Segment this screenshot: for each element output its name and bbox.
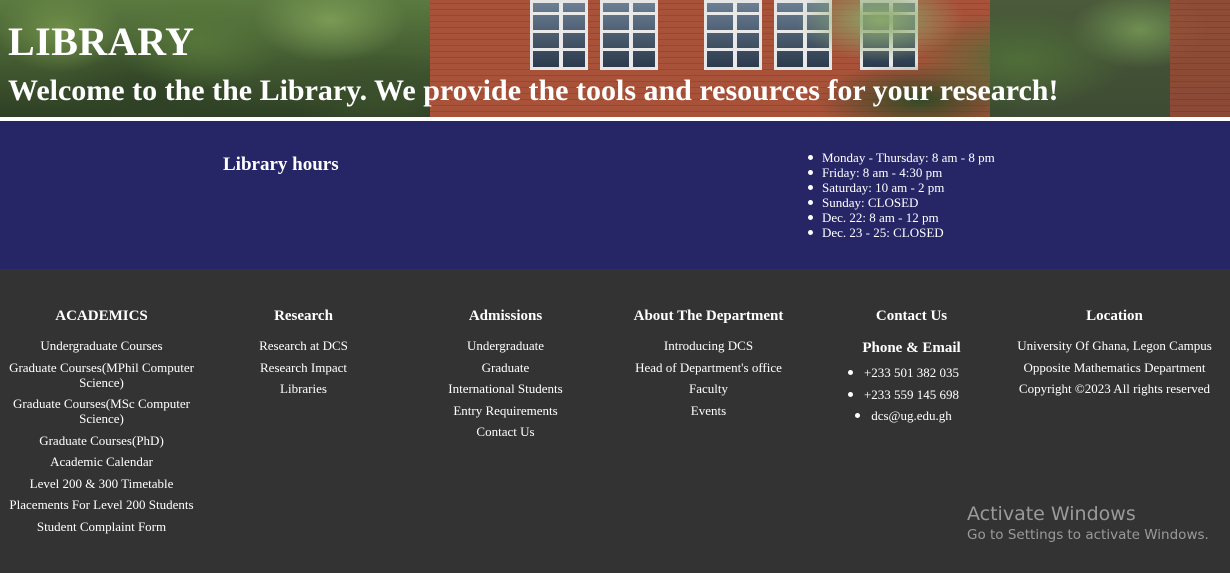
- hours-item: Dec. 22: 8 am - 12 pm: [808, 210, 995, 225]
- building-window: [600, 0, 658, 70]
- copyright-text: Copyright ©2023 All rights reserved: [1018, 381, 1211, 396]
- footer-link-phd-courses[interactable]: Graduate Courses(PhD): [0, 433, 203, 448]
- footer-link-mphil-courses[interactable]: Graduate Courses(MPhil Computer Science): [0, 360, 203, 390]
- activate-windows-watermark: Activate Windows Go to Settings to activ…: [967, 503, 1209, 545]
- footer-academics-column: ACADEMICS Undergraduate Courses Graduate…: [0, 307, 203, 540]
- footer-location-column: Location University Of Ghana, Legon Camp…: [1013, 307, 1216, 403]
- hero-banner: LIBRARY Welcome to the the Library. We p…: [0, 0, 1230, 117]
- footer-link-events[interactable]: Events: [607, 403, 810, 418]
- location-campus: University Of Ghana, Legon Campus: [1017, 338, 1212, 353]
- footer-link-international-students[interactable]: International Students: [404, 381, 607, 396]
- footer-location-heading: Location: [1086, 308, 1143, 324]
- footer-link-entry-requirements[interactable]: Entry Requirements: [404, 403, 607, 418]
- footer-link-hod-office[interactable]: Head of Department's office: [607, 360, 810, 375]
- footer-admissions-column: Admissions Undergraduate Graduate Intern…: [404, 307, 607, 446]
- hours-item: Saturday: 10 am - 2 pm: [808, 180, 995, 195]
- footer-link-placements[interactable]: Placements For Level 200 Students: [0, 497, 203, 512]
- hours-item: Friday: 8 am - 4:30 pm: [808, 165, 995, 180]
- contact-phone-2: +233 559 145 698: [847, 386, 960, 402]
- hours-item: Monday - Thursday: 8 am - 8 pm: [808, 150, 995, 165]
- footer-link-msc-courses[interactable]: Graduate Courses(MSc Computer Science): [0, 396, 203, 426]
- footer-link-complaint-form[interactable]: Student Complaint Form: [0, 519, 203, 534]
- footer-research-heading: Research: [274, 308, 333, 324]
- footer-contact-heading: Contact Us: [875, 308, 948, 324]
- footer-link-timetable[interactable]: Level 200 & 300 Timetable: [0, 476, 203, 491]
- contact-phone-1: +233 501 382 035: [847, 365, 960, 380]
- footer-link-research-at-dcs[interactable]: Research at DCS: [202, 338, 405, 353]
- hours-item: Dec. 23 - 25: CLOSED: [808, 225, 995, 240]
- footer-link-introducing-dcs[interactable]: Introducing DCS: [607, 338, 810, 353]
- library-hours-title: Library hours: [223, 154, 339, 175]
- hours-item: Sunday: CLOSED: [808, 195, 995, 210]
- page-title: LIBRARY: [8, 19, 195, 64]
- library-hours-section: Library hours Monday - Thursday: 8 am - …: [0, 121, 1230, 269]
- footer-link-admissions-graduate[interactable]: Graduate: [404, 360, 607, 375]
- footer-admissions-heading: Admissions: [468, 308, 543, 324]
- location-directions: Opposite Mathematics Department: [1023, 359, 1206, 375]
- footer-link-admissions-undergraduate[interactable]: Undergraduate: [404, 338, 607, 353]
- footer-contact-list: +233 501 382 035 +233 559 145 698 dcs@ug…: [810, 365, 1013, 430]
- footer-link-undergraduate-courses[interactable]: Undergraduate Courses: [0, 338, 203, 353]
- hero-brick-edge: [1170, 0, 1230, 117]
- watermark-title: Activate Windows: [967, 503, 1136, 525]
- footer-phone-email-heading: Phone & Email: [862, 340, 961, 356]
- footer-link-research-impact[interactable]: Research Impact: [202, 360, 405, 375]
- building-window: [704, 0, 762, 70]
- building-window: [530, 0, 588, 70]
- footer-about-heading: About The Department: [633, 308, 784, 324]
- footer-link-contact-us[interactable]: Contact Us: [404, 424, 607, 439]
- footer-link-faculty[interactable]: Faculty: [607, 381, 810, 396]
- footer-link-libraries[interactable]: Libraries: [202, 381, 405, 396]
- footer-contact-column: Contact Us Phone & Email +233 501 382 03…: [810, 307, 1013, 430]
- footer-academics-heading: ACADEMICS: [55, 308, 148, 324]
- footer-about-column: About The Department Introducing DCS Hea…: [607, 307, 810, 424]
- library-hours-list: Monday - Thursday: 8 am - 8 pm Friday: 8…: [808, 150, 995, 240]
- footer-link-academic-calendar[interactable]: Academic Calendar: [0, 454, 203, 469]
- page-subtitle: Welcome to the the Library. We provide t…: [8, 74, 1059, 107]
- contact-email: dcs@ug.edu.gh: [855, 408, 952, 423]
- footer-research-column: Research Research at DCS Research Impact…: [202, 307, 405, 403]
- watermark-subtitle: Go to Settings to activate Windows.: [967, 527, 1209, 543]
